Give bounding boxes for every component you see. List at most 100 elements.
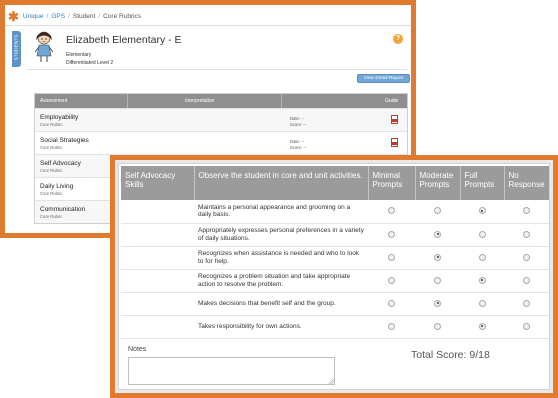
section-divider — [27, 69, 407, 70]
rubric-panel: Self Advocacy Skills Observe the student… — [118, 163, 550, 390]
column-divider — [127, 94, 128, 108]
column-header-guide: Guide — [385, 98, 399, 104]
skill-cell — [121, 223, 194, 247]
full-cell — [460, 200, 504, 224]
column-header-full-prompts: Full Prompts — [460, 166, 505, 200]
assessment-score: Score: -- — [290, 122, 307, 127]
none-cell — [504, 269, 549, 293]
column-header-skills: Self Advocacy Skills — [121, 166, 195, 200]
rubric-header-row: Self Advocacy Skills Observe the student… — [121, 166, 549, 200]
full-prompts-radio[interactable] — [478, 322, 486, 330]
view-detail-report-button[interactable]: View Detail Report — [357, 74, 410, 83]
moderate-prompts-radio[interactable] — [434, 322, 441, 330]
moderate-prompts-radio[interactable] — [434, 230, 441, 238]
breadcrumb-separator: / — [46, 13, 49, 20]
moderate-cell — [415, 223, 460, 247]
minimal-cell — [368, 315, 415, 339]
full-prompts-radio[interactable] — [478, 207, 486, 215]
minimal-prompts-radio[interactable] — [388, 322, 395, 330]
column-header-observe: Observe the student in core and unit act… — [194, 166, 369, 200]
column-header-no-response: No Response — [504, 166, 549, 200]
rubric-criterion: Maintains a personal appearance and groo… — [194, 200, 368, 224]
total-score: Total Score: 9/18 — [411, 349, 490, 361]
no-response-radio[interactable] — [523, 207, 530, 215]
rubric-row: Makes decisions that benefit self and th… — [121, 292, 549, 316]
full-cell — [460, 269, 504, 293]
full-cell — [460, 292, 504, 316]
minimal-prompts-radio[interactable] — [388, 299, 395, 307]
rubric-criterion: Appropriately expresses personal prefere… — [194, 223, 368, 247]
breadcrumb-separator: / — [68, 13, 70, 20]
moderate-prompts-radio[interactable] — [434, 253, 441, 261]
rubric-table: Self Advocacy Skills Observe the student… — [121, 166, 549, 339]
moderate-cell — [415, 269, 460, 293]
assessment-subtitle: Core Rubric — [40, 191, 63, 196]
minimal-cell — [368, 200, 415, 224]
moderate-cell — [415, 200, 460, 224]
column-divider — [281, 94, 282, 108]
breadcrumb-unique[interactable]: Unique — [23, 13, 44, 20]
full-cell — [460, 315, 504, 339]
student-level-type: Elementary — [66, 52, 92, 58]
full-prompts-radio[interactable] — [478, 253, 486, 261]
minimal-prompts-radio[interactable] — [388, 207, 395, 215]
minimal-prompts-radio[interactable] — [388, 230, 395, 238]
rubric-criterion: Recognizes when assistance is needed and… — [194, 246, 368, 270]
column-header-moderate-prompts: Moderate Prompts — [415, 166, 461, 200]
moderate-prompts-radio[interactable] — [434, 276, 441, 284]
students-side-tab[interactable]: STUDENTS — [12, 31, 21, 67]
column-header-minimal-prompts: Minimal Prompts — [368, 166, 416, 200]
no-response-radio[interactable] — [523, 253, 530, 261]
skill-cell — [121, 269, 194, 293]
moderate-cell — [415, 246, 460, 270]
notes-label: Notes — [128, 346, 147, 353]
rubric-row: Maintains a personal appearance and groo… — [121, 200, 549, 224]
full-prompts-radio[interactable] — [478, 276, 486, 284]
assessment-subtitle: Core Rubric — [40, 214, 63, 219]
no-response-radio[interactable] — [523, 276, 530, 284]
student-level: Differentiated Level 2 — [66, 60, 114, 66]
skill-cell — [121, 315, 194, 339]
minimal-prompts-radio[interactable] — [388, 276, 395, 284]
assessment-date: Date: -- — [290, 116, 304, 121]
assessment-row[interactable]: Social Strategies Core Rubric Date: -- S… — [35, 131, 407, 154]
minimal-cell — [368, 269, 415, 293]
minimal-cell — [368, 223, 415, 247]
no-response-radio[interactable] — [523, 322, 530, 330]
full-cell — [460, 223, 504, 247]
asterisk-logo-icon: ✱ — [8, 9, 19, 24]
resize-grip-icon[interactable] — [328, 378, 334, 384]
full-prompts-radio[interactable] — [478, 230, 486, 238]
assessment-subtitle: Core Rubric — [40, 168, 63, 173]
pdf-icon[interactable] — [391, 115, 398, 124]
none-cell — [504, 200, 549, 224]
assessment-subtitle: Core Rubric — [40, 145, 63, 150]
moderate-prompts-radio[interactable] — [434, 299, 441, 307]
rubric-row: Recognizes when assistance is needed and… — [121, 246, 549, 270]
moderate-cell — [415, 315, 460, 339]
no-response-radio[interactable] — [523, 299, 530, 307]
student-name: Elizabeth Elementary - E — [66, 34, 182, 46]
help-icon[interactable]: ? — [393, 34, 403, 44]
pdf-icon[interactable] — [391, 138, 398, 147]
full-prompts-radio[interactable] — [478, 299, 486, 307]
breadcrumb-separator: / — [98, 13, 101, 20]
assessment-subtitle: Core Rubric — [40, 122, 63, 127]
no-response-radio[interactable] — [523, 230, 530, 238]
rubric-criterion: Makes decisions that benefit self and th… — [194, 292, 368, 316]
self-advocacy-rubric-window: Self Advocacy Skills Observe the student… — [110, 155, 558, 398]
moderate-prompts-radio[interactable] — [434, 207, 441, 215]
assessment-name: Employability — [40, 114, 79, 121]
rubric-criterion: Takes responsibility for own actions. — [194, 315, 368, 339]
minimal-prompts-radio[interactable] — [388, 253, 395, 261]
skill-cell — [121, 246, 194, 270]
none-cell — [504, 246, 549, 270]
breadcrumb-student: Student — [72, 13, 96, 20]
breadcrumb-gps[interactable]: GPS — [51, 13, 65, 20]
skill-cell — [121, 200, 194, 224]
none-cell — [504, 315, 549, 339]
assessment-table-header: Assessment Interpretation Guide — [35, 94, 407, 108]
assessment-row[interactable]: Employability Core Rubric Date: -- Score… — [35, 108, 407, 131]
notes-textarea[interactable] — [128, 357, 335, 385]
students-side-tab-label: STUDENTS — [14, 34, 20, 61]
